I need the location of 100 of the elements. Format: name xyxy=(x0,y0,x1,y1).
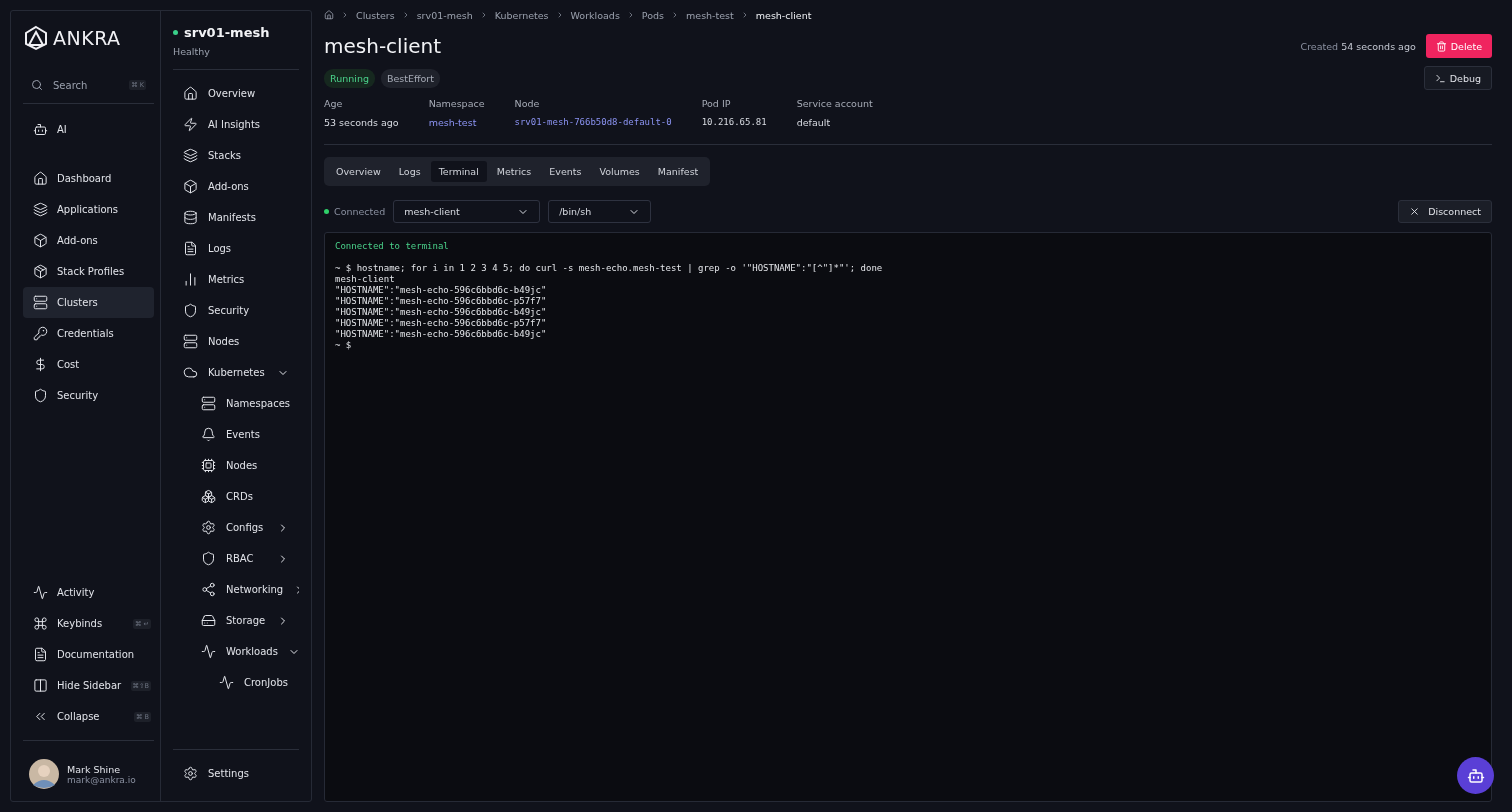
detail-link[interactable]: srv01-mesh-766b50d8-default-0 xyxy=(514,117,672,127)
detail-label: Age xyxy=(324,98,344,109)
tab[interactable]: Volumes xyxy=(591,161,648,182)
terminal-line: "HOSTNAME":"mesh-echo-596c6bbd6c-b49jc" xyxy=(335,329,548,340)
nav-item[interactable]: Configs xyxy=(173,512,299,543)
tab[interactable]: Overview xyxy=(328,161,389,182)
tag: BestEffort xyxy=(380,68,440,88)
terminal-line: "HOSTNAME":"mesh-echo-596c6bbd6c-p57f7" xyxy=(335,318,548,329)
nav-item[interactable]: Overview xyxy=(173,78,299,109)
detail-label: Node xyxy=(514,98,541,109)
terminal-line: "HOSTNAME":"mesh-echo-596c6bbd6c-p57f7" xyxy=(335,296,548,307)
house-icon[interactable] xyxy=(324,10,334,20)
nav-item[interactable]: Manifests xyxy=(173,202,299,233)
server-icon xyxy=(33,295,48,310)
nav-item[interactable]: CRDs xyxy=(173,481,299,512)
tab[interactable]: Terminal xyxy=(430,161,487,182)
tab[interactable]: Manifest xyxy=(649,161,707,182)
pulse-icon xyxy=(201,644,216,659)
nav-item[interactable]: Security xyxy=(173,295,299,326)
nav-item[interactable]: Kubernetes xyxy=(173,357,299,388)
breadcrumb-link[interactable]: Workloads xyxy=(570,9,620,21)
nav-item[interactable]: Clusters xyxy=(23,287,154,318)
breadcrumb-link[interactable]: mesh-client xyxy=(755,9,812,21)
bar-chart-icon xyxy=(183,272,198,287)
brand-name: ANKRA xyxy=(53,27,121,49)
tab[interactable]: Events xyxy=(541,161,590,182)
nav-item[interactable]: Nodes xyxy=(173,450,299,481)
layers-icon xyxy=(183,148,198,163)
nav-item[interactable]: Storage xyxy=(173,605,299,636)
breadcrumb-link[interactable]: Kubernetes xyxy=(494,9,549,21)
breadcrumb-link[interactable]: srv01-mesh xyxy=(416,9,473,21)
cube-icon xyxy=(33,233,48,248)
container-select[interactable]: mesh-client xyxy=(393,200,541,223)
house-icon xyxy=(33,171,48,186)
detail-link[interactable]: mesh-test xyxy=(428,117,485,128)
nav-item[interactable]: Stack Profiles xyxy=(23,256,154,287)
terminal-line: "HOSTNAME":"mesh-echo-596c6bbd6c-b49jc" xyxy=(335,285,548,296)
settings-icon xyxy=(183,766,198,781)
settings-icon xyxy=(201,520,216,535)
nav-item[interactable]: Networking xyxy=(173,574,299,605)
share-icon xyxy=(201,582,216,597)
nav-item[interactable]: CronJobs xyxy=(173,667,299,698)
detail-value: default xyxy=(796,117,832,128)
nav-item[interactable]: Applications xyxy=(23,194,154,225)
search-icon xyxy=(31,79,43,91)
nav-item[interactable]: Security xyxy=(23,380,154,411)
database-icon xyxy=(183,210,198,225)
debug-button[interactable]: Debug xyxy=(1423,66,1492,90)
nav-item[interactable]: Nodes xyxy=(173,326,299,357)
terminal-line: ~ $ xyxy=(335,340,353,351)
nav-item[interactable]: Metrics xyxy=(173,264,299,295)
delete-button[interactable]: Delete xyxy=(1425,34,1492,58)
breadcrumb-link[interactable]: Clusters xyxy=(356,9,395,21)
document-icon xyxy=(33,647,48,662)
nav-item[interactable]: AI Insights xyxy=(173,109,299,140)
tab[interactable]: Logs xyxy=(390,161,429,182)
nav-item[interactable]: Credentials xyxy=(23,318,154,349)
boxes-icon xyxy=(201,489,216,504)
close-icon xyxy=(1409,206,1421,217)
server-icon xyxy=(201,396,216,411)
nav-item[interactable]: Settings xyxy=(173,758,299,789)
nav-item[interactable]: Dashboard xyxy=(23,163,154,194)
nav-item[interactable]: Activity xyxy=(23,577,154,608)
drive-icon xyxy=(201,613,216,628)
cluster-status: Healthy xyxy=(173,46,210,57)
nav-item[interactable]: Add-ons xyxy=(23,225,154,256)
disconnect-button[interactable]: Disconnect xyxy=(1398,200,1492,223)
tab[interactable]: Metrics xyxy=(488,161,540,182)
nav-item[interactable]: Add-ons xyxy=(173,171,299,202)
server-icon xyxy=(183,334,198,349)
nav-item[interactable]: Logs xyxy=(173,233,299,264)
layers-icon xyxy=(33,202,48,217)
detail-label: Namespace xyxy=(428,98,485,109)
nav-item[interactable]: RBAC xyxy=(173,543,299,574)
lightning-icon xyxy=(183,117,198,132)
user-email: mark@ankra.io xyxy=(67,774,136,785)
terminal-line: ~ $ hostname; for i in 1 2 3 4 5; do curl -s mesh-echo.mesh-test | grep -o '"HOSTNAME":"[^"]*"'; done xyxy=(335,263,884,274)
nav-item[interactable]: AI xyxy=(23,114,154,145)
pulse-icon xyxy=(219,675,234,690)
nav-item[interactable]: Cost xyxy=(23,349,154,380)
user-name: Mark Shine xyxy=(67,763,121,775)
breadcrumb-link[interactable]: Pods xyxy=(641,9,665,21)
package-icon xyxy=(33,264,48,279)
nav-item[interactable]: Workloads xyxy=(173,636,299,667)
logo-icon xyxy=(23,25,49,51)
command-icon xyxy=(33,616,48,631)
nav-item[interactable]: Documentation xyxy=(23,639,154,670)
breadcrumb-link[interactable]: mesh-test xyxy=(686,9,734,21)
cube-icon xyxy=(183,179,198,194)
chevron-right-icon xyxy=(341,11,349,19)
page-title: mesh-client xyxy=(324,34,442,58)
nav-item[interactable]: Stacks xyxy=(173,140,299,171)
shell-select[interactable]: /bin/sh xyxy=(548,200,652,223)
nav-item[interactable]: Events xyxy=(173,419,299,450)
avatar xyxy=(29,759,59,789)
nav-item[interactable]: Namespaces xyxy=(173,388,299,419)
connection-message: Connected to terminal xyxy=(335,241,450,252)
detail-value: 53 seconds ago xyxy=(324,117,399,128)
cluster-name: srv01-mesh xyxy=(184,25,270,40)
key-icon xyxy=(33,326,48,341)
